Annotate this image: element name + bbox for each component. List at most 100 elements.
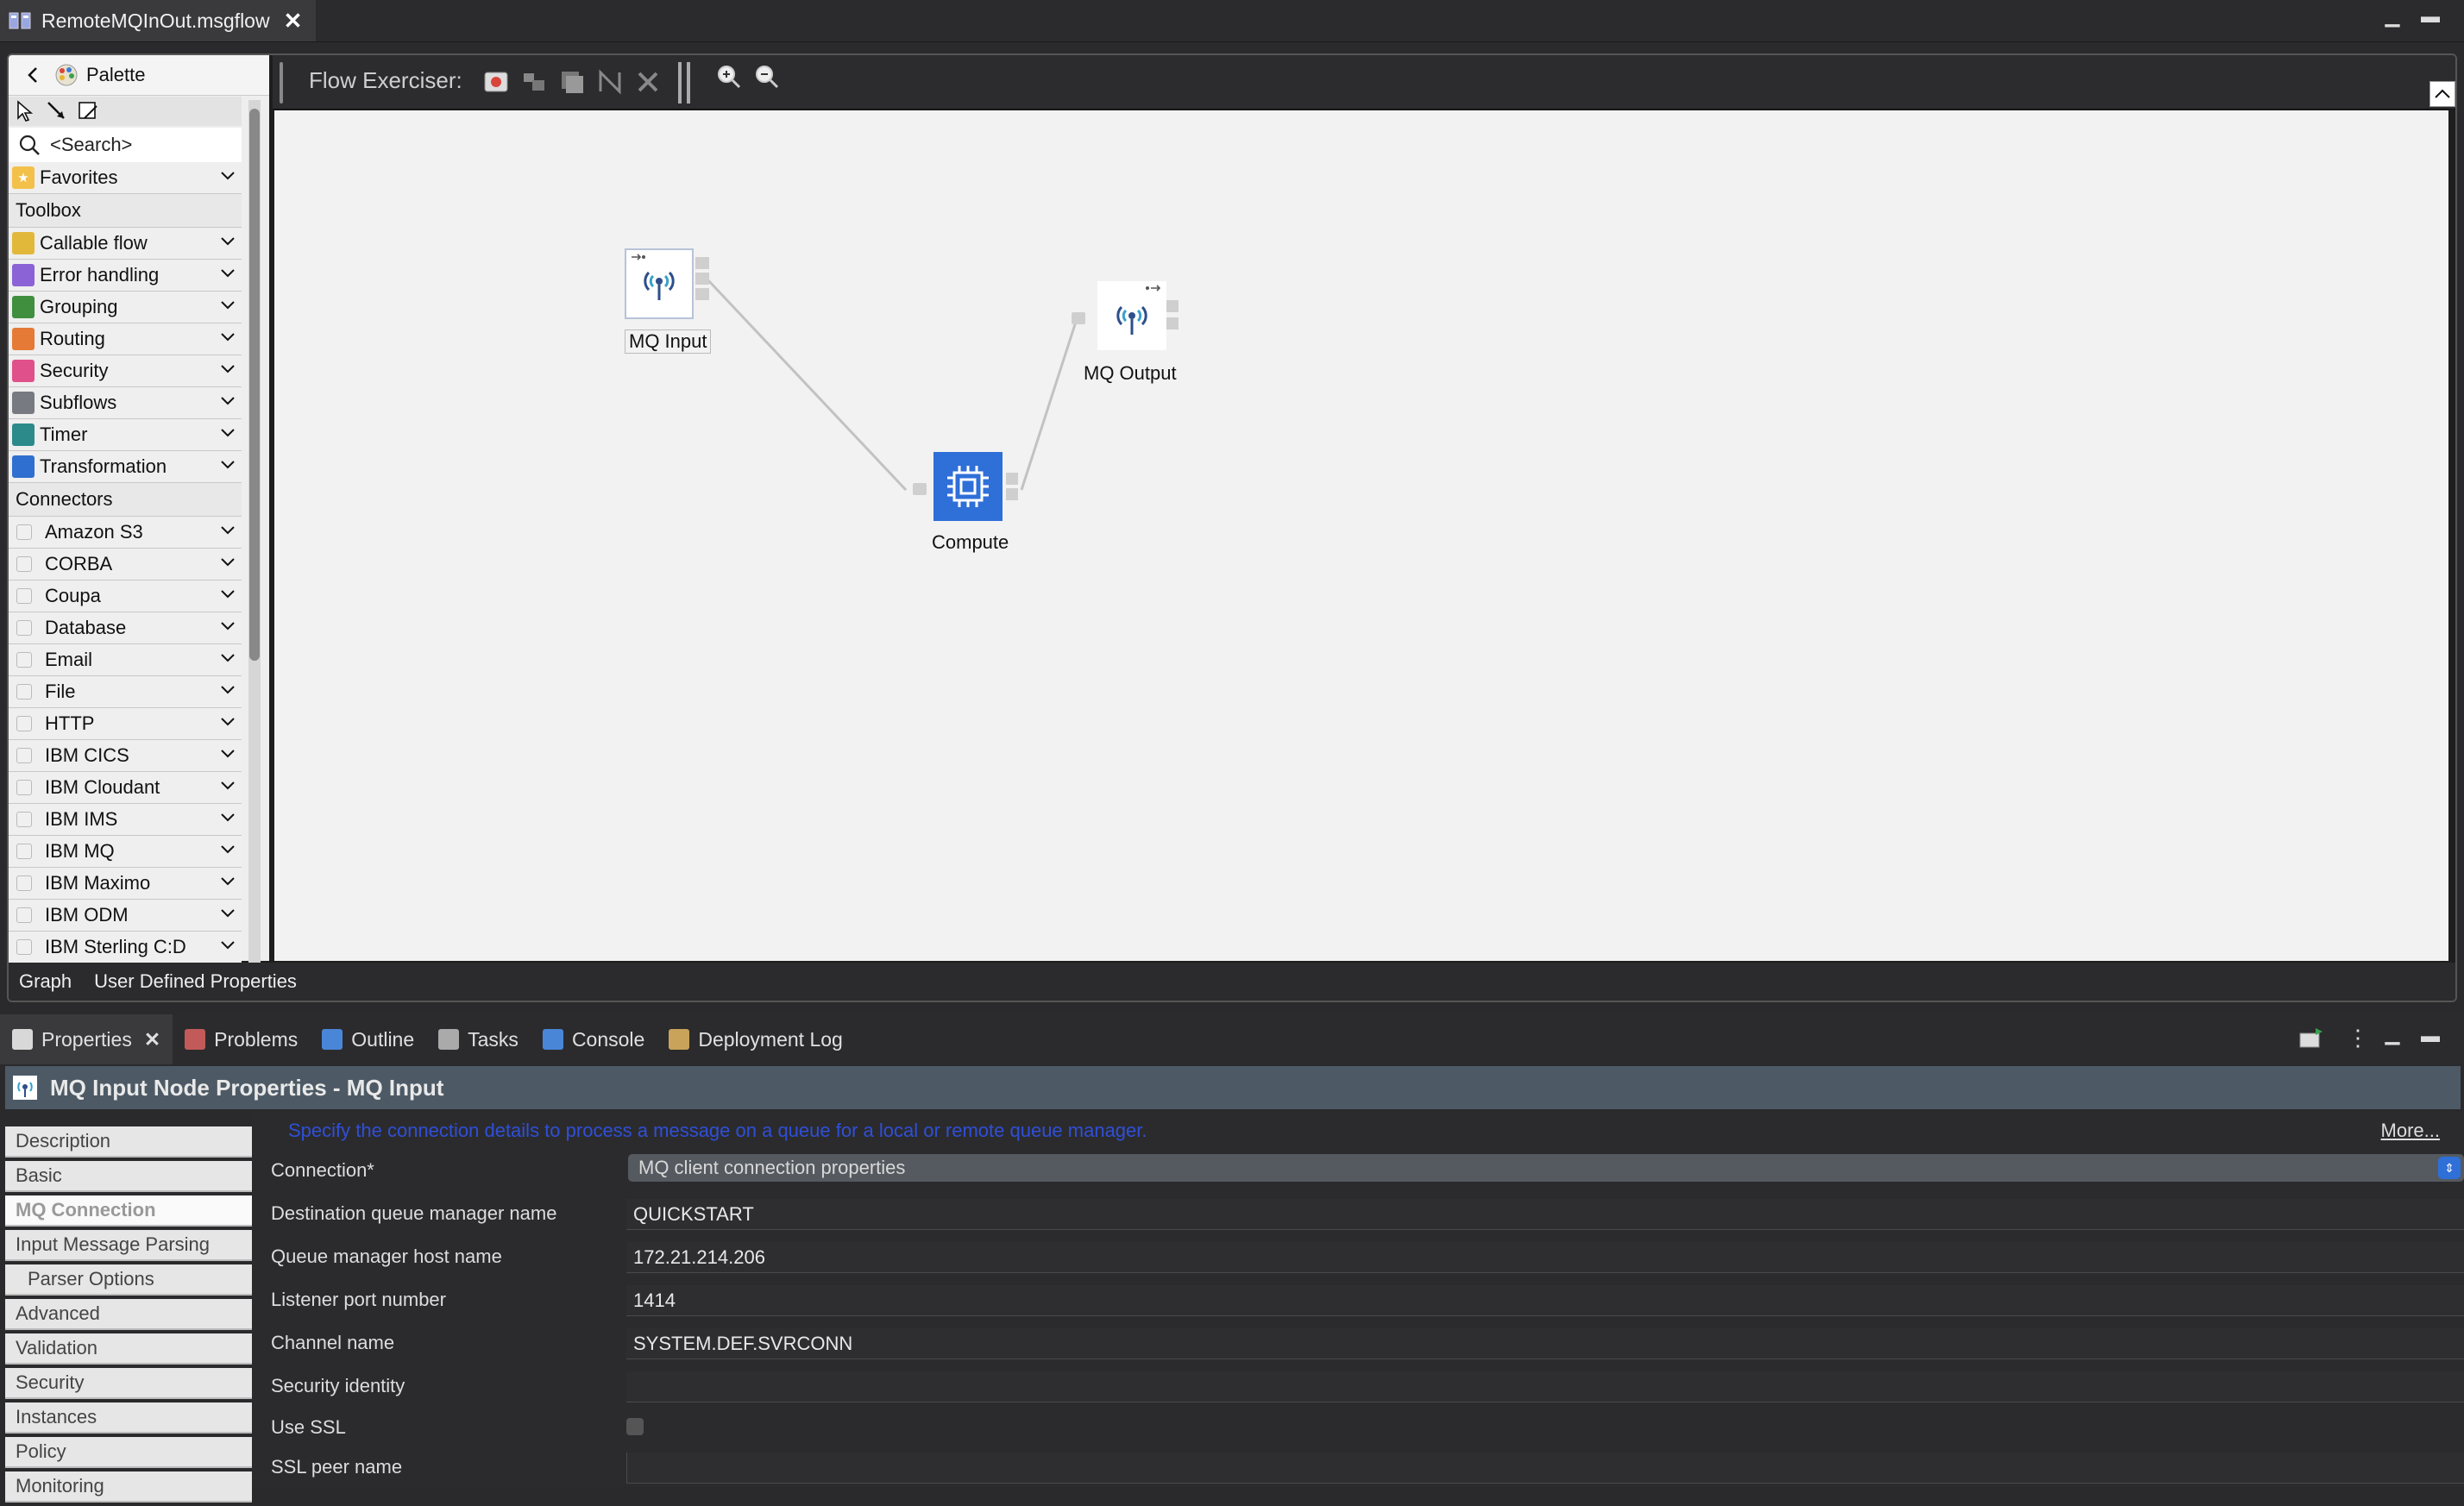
chevron-down-icon[interactable]: [219, 424, 236, 442]
listener-port-input[interactable]: 1414: [626, 1285, 2464, 1316]
minimize-icon[interactable]: ▁: [2383, 1025, 2402, 1044]
palette-search-input[interactable]: <Search>: [50, 134, 132, 156]
connection-tool-icon[interactable]: [45, 99, 69, 123]
palette-scroll-thumb[interactable]: [249, 109, 260, 661]
palette-drawer-corba[interactable]: CORBA: [9, 549, 242, 580]
tab-console[interactable]: Console: [531, 1014, 657, 1064]
palette-drawer-coupa[interactable]: Coupa: [9, 580, 242, 612]
chevron-down-icon[interactable]: [219, 905, 236, 922]
flow-canvas[interactable]: MQ Input Compute MQ Output: [274, 110, 2448, 961]
tab-deployment-log[interactable]: Deployment Log: [657, 1014, 855, 1064]
collapse-up-button[interactable]: [2429, 81, 2455, 107]
maximize-icon[interactable]: ▬: [2421, 1026, 2440, 1045]
palette-drawer-subflows[interactable]: Subflows: [9, 387, 242, 419]
security-identity-input[interactable]: [626, 1371, 2464, 1402]
chevron-down-icon[interactable]: [219, 649, 236, 667]
connection-input-to-compute[interactable]: [706, 278, 908, 492]
view-path-icon[interactable]: [597, 69, 623, 95]
palette-search[interactable]: <Search>: [9, 128, 242, 162]
view-menu-kebab-icon[interactable]: ⋮: [2347, 1025, 2369, 1051]
properties-page-description[interactable]: Description: [5, 1126, 252, 1158]
palette-drawer-callable-flow[interactable]: Callable flow: [9, 228, 242, 260]
record-data-icon[interactable]: [559, 69, 585, 95]
palette-scrollbar[interactable]: [248, 100, 261, 963]
output-terminal[interactable]: [1166, 300, 1179, 312]
tab-outline[interactable]: Outline: [310, 1014, 426, 1064]
palette-drawer-routing[interactable]: Routing: [9, 323, 242, 355]
node-label-compute[interactable]: Compute: [932, 531, 1009, 554]
palette-drawer-ibm-sterling-c-d[interactable]: IBM Sterling C:D: [9, 932, 242, 963]
palette-drawer-error-handling[interactable]: Error handling: [9, 260, 242, 292]
view-menu-new-icon[interactable]: [2298, 1026, 2324, 1051]
close-icon[interactable]: ✕: [144, 1028, 160, 1051]
chevron-down-icon[interactable]: [219, 681, 236, 699]
send-message-icon[interactable]: [521, 69, 547, 95]
chevron-down-icon[interactable]: [219, 873, 236, 890]
maximize-icon[interactable]: ▬: [2421, 7, 2440, 26]
start-exerciser-icon[interactable]: [483, 69, 509, 95]
node-compute[interactable]: [933, 452, 1003, 521]
palette-drawer-ibm-odm[interactable]: IBM ODM: [9, 900, 242, 932]
properties-page-advanced[interactable]: Advanced: [5, 1299, 252, 1330]
more-link[interactable]: More...: [2381, 1120, 2440, 1142]
chevron-down-icon[interactable]: [219, 777, 236, 794]
chevron-down-icon[interactable]: [219, 618, 236, 635]
chevron-down-icon[interactable]: [219, 809, 236, 826]
chevron-down-icon[interactable]: [219, 167, 236, 185]
chevron-down-icon[interactable]: [219, 361, 236, 378]
output-terminal[interactable]: [695, 288, 709, 300]
output-terminal[interactable]: [1006, 488, 1018, 500]
output-terminal[interactable]: [1166, 317, 1179, 329]
minimize-icon[interactable]: ▁: [2383, 7, 2402, 26]
use-ssl-checkbox[interactable]: [626, 1418, 644, 1435]
palette-drawer-timer[interactable]: Timer: [9, 419, 242, 451]
palette-drawer-http[interactable]: HTTP: [9, 708, 242, 740]
tab-tasks[interactable]: Tasks: [426, 1014, 531, 1064]
editor-tab-msgflow[interactable]: RemoteMQInOut.msgflow ✕: [0, 0, 316, 41]
properties-page-security[interactable]: Security: [5, 1368, 252, 1399]
node-mq-output[interactable]: [1097, 281, 1166, 350]
palette-drawer-ibm-maximo[interactable]: IBM Maximo: [9, 868, 242, 900]
chevron-down-icon[interactable]: [219, 392, 236, 410]
ssl-peer-name-input[interactable]: [626, 1453, 2464, 1484]
chevron-down-icon[interactable]: [219, 586, 236, 603]
connection-select[interactable]: MQ client connection properties ⇕: [628, 1154, 2464, 1182]
chevron-down-icon[interactable]: [219, 937, 236, 954]
select-tool-icon[interactable]: [14, 99, 38, 123]
properties-page-validation[interactable]: Validation: [5, 1333, 252, 1365]
node-label-mq-input[interactable]: MQ Input: [625, 329, 712, 354]
palette-drawer-ibm-ims[interactable]: IBM IMS: [9, 804, 242, 836]
collapse-left-icon[interactable]: [21, 63, 45, 87]
chevron-down-icon[interactable]: [219, 329, 236, 346]
chevron-down-icon[interactable]: [219, 554, 236, 571]
queue-manager-host-input[interactable]: 172.21.214.206: [626, 1242, 2464, 1273]
input-terminal[interactable]: [1072, 312, 1085, 324]
palette-drawer-ibm-cloudant[interactable]: IBM Cloudant: [9, 772, 242, 804]
chevron-down-icon[interactable]: [219, 713, 236, 731]
chevron-down-icon[interactable]: [219, 841, 236, 858]
properties-page-instances[interactable]: Instances: [5, 1402, 252, 1434]
palette-drawer-ibm-mq[interactable]: IBM MQ: [9, 836, 242, 868]
output-terminal[interactable]: [695, 257, 709, 269]
properties-page-policy[interactable]: Policy: [5, 1437, 252, 1468]
channel-name-input[interactable]: SYSTEM.DEF.SVRCONN: [626, 1328, 2464, 1359]
output-terminal[interactable]: [1006, 473, 1018, 485]
properties-page-basic[interactable]: Basic: [5, 1161, 252, 1192]
chevron-down-icon[interactable]: [219, 522, 236, 539]
note-tool-icon[interactable]: [76, 99, 100, 123]
palette-drawer-grouping[interactable]: Grouping: [9, 292, 242, 323]
chevron-down-icon[interactable]: [219, 265, 236, 282]
input-terminal[interactable]: [913, 483, 927, 495]
palette-drawer-amazon-s3[interactable]: Amazon S3: [9, 517, 242, 549]
palette-drawer-database[interactable]: Database: [9, 612, 242, 644]
properties-page-parser-options[interactable]: Parser Options: [5, 1264, 252, 1296]
select-arrows-icon[interactable]: ⇕: [2438, 1157, 2461, 1179]
zoom-in-icon[interactable]: [716, 64, 742, 90]
chevron-down-icon[interactable]: [219, 745, 236, 762]
palette-drawer-favorites[interactable]: ★ Favorites: [9, 162, 242, 194]
palette-drawer-transformation[interactable]: Transformation: [9, 451, 242, 483]
connection-compute-to-output[interactable]: [1020, 318, 1078, 491]
properties-page-input-message-parsing[interactable]: Input Message Parsing: [5, 1230, 252, 1261]
node-mq-input[interactable]: [625, 248, 694, 319]
chevron-down-icon[interactable]: [219, 233, 236, 250]
